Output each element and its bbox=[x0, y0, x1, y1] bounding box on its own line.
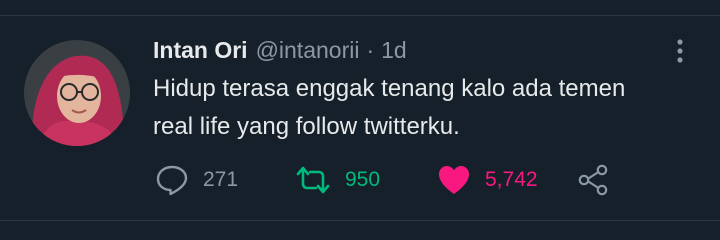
more-vertical-icon bbox=[677, 39, 683, 63]
like-count: 5,742 bbox=[485, 168, 538, 191]
reply-icon bbox=[156, 165, 188, 196]
retweet-icon bbox=[296, 166, 330, 194]
avatar-image bbox=[24, 40, 130, 146]
author-display-name[interactable]: Intan Ori bbox=[153, 37, 248, 64]
tweet-timestamp[interactable]: 1d bbox=[381, 37, 407, 64]
reply-button[interactable]: 271 bbox=[155, 162, 238, 198]
heart-icon bbox=[439, 166, 469, 194]
tweet-text: Hidup terasa enggak tenang kalo ada teme… bbox=[153, 70, 713, 146]
reply-count: 271 bbox=[203, 168, 239, 191]
retweet-button[interactable]: 950 bbox=[295, 162, 380, 198]
share-button[interactable] bbox=[577, 162, 609, 198]
tweet-text-line: real life yang follow twitterku. bbox=[153, 113, 460, 140]
top-divider bbox=[0, 15, 720, 16]
bottom-divider bbox=[0, 220, 720, 221]
like-button[interactable]: 5,742 bbox=[437, 162, 538, 198]
tweet-header: Intan Ori @intanorii · 1d bbox=[153, 33, 407, 67]
more-options-button[interactable] bbox=[666, 36, 694, 66]
avatar[interactable] bbox=[24, 40, 130, 146]
retweet-count: 950 bbox=[345, 168, 381, 191]
author-handle[interactable]: @intanorii bbox=[256, 37, 360, 64]
share-icon bbox=[578, 164, 608, 196]
tweet-text-line: Hidup terasa enggak tenang kalo ada teme… bbox=[153, 75, 626, 102]
header-separator: · bbox=[366, 36, 375, 63]
